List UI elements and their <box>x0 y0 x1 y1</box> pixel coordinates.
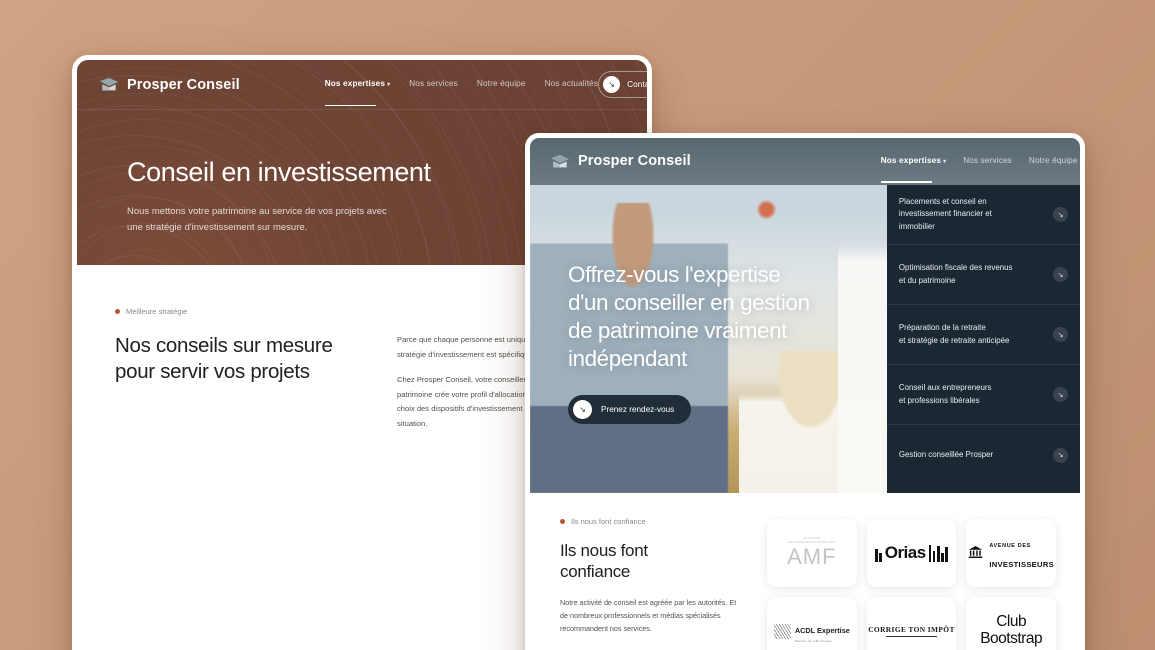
expertise-item-label: Placements et conseil en investissement … <box>898 196 992 231</box>
window2-hero-title: Offrez-vous l'expertise d'un conseiller … <box>568 262 810 371</box>
logo-card-acdl-expertise[interactable]: ACDL Expertise Membre du CDI Groupe <box>767 597 857 650</box>
paper-plane-envelope-icon <box>550 154 570 169</box>
window1-eyebrow-label: Meilleure stratégie <box>126 307 188 316</box>
acdl-logo-text: ACDL Expertise Membre du CDI Groupe <box>795 620 850 643</box>
window2-hero-copy: Offrez-vous l'expertise d'un conseiller … <box>530 185 887 493</box>
bullet-dot-icon <box>115 309 120 314</box>
orias-logo-wordmark: Orias <box>884 543 926 562</box>
bank-columns-icon <box>968 545 983 562</box>
avenue-logo-line-1: AVENUE DES <box>989 543 1031 549</box>
appointment-button[interactable]: ↘ Prenez rendez-vous <box>568 394 692 424</box>
trust-section: Ils nous font confiance Ils nous font co… <box>530 493 1080 650</box>
bullet-dot-icon <box>560 519 565 524</box>
logo-card-amf[interactable]: AUTORITÉ DES MARCHÉS FINANCIERS AMF <box>767 519 857 587</box>
contact-button[interactable]: ↘ Contactez-nous <box>598 71 647 98</box>
partner-logo-grid: AUTORITÉ DES MARCHÉS FINANCIERS AMF Oria… <box>767 517 1056 650</box>
trust-paragraph: Notre activité de conseil est agréée par… <box>560 597 737 634</box>
appointment-button-label: Prenez rendez-vous <box>601 404 675 414</box>
orias-logo: Orias <box>874 543 949 563</box>
underline-rule <box>886 636 937 638</box>
nav-link-nos-expertises[interactable]: Nos expertises ▾ <box>324 79 391 106</box>
expertise-item-entrepreneurs[interactable]: Conseil aux entrepreneurs et professions… <box>886 365 1080 425</box>
orias-bars-right-icon <box>928 544 949 562</box>
nav-links: Nos expertises ▾ Nos services Notre équip… <box>324 79 599 106</box>
paper-plane-envelope-icon <box>99 77 119 92</box>
orias-bars-left-icon <box>874 545 882 562</box>
nav-links: Nos expertises ▾ Nos services Notre équip… <box>880 155 1080 183</box>
expertise-item-placements[interactable]: Placements et conseil en investissement … <box>886 185 1080 245</box>
expertise-item-gestion-conseillee[interactable]: Gestion conseillée Prosper ↘ <box>887 425 1080 485</box>
avenue-des-investisseurs-logo: AVENUE DES INVESTISSEURS <box>968 533 1054 573</box>
window1-hero-subtitle: Nous mettons votre patrimoine au service… <box>127 206 387 234</box>
expertise-item-retraite[interactable]: Préparation de la retraite et stratégie … <box>886 305 1080 365</box>
chevron-down-icon: ▾ <box>943 158 947 165</box>
logo-card-avenue-des-investisseurs[interactable]: AVENUE DES INVESTISSEURS <box>966 519 1056 587</box>
browser-window-homepage[interactable]: Prosper Conseil Nos expertises ▾ Nos serv… <box>525 133 1085 650</box>
brand-name: Prosper Conseil <box>578 153 691 169</box>
amf-logo-wordmark: AMF <box>787 544 837 570</box>
expertise-item-label: Conseil aux entrepreneurs et professions… <box>898 383 992 405</box>
logo-card-corrige-ton-impot[interactable]: CORRIGE TON IMPÔT <box>866 597 957 650</box>
arrow-down-right-icon: ↘ <box>603 76 621 93</box>
expertise-item-label: Gestion conseillée Prosper <box>898 449 994 459</box>
acdl-expertise-logo: ACDL Expertise Membre du CDI Groupe <box>773 620 850 643</box>
amf-logo: AUTORITÉ DES MARCHÉS FINANCIERS AMF <box>787 536 836 570</box>
nav-link-nos-actualites[interactable]: Nos actualités <box>545 79 599 90</box>
nav-link-notre-equipe[interactable]: Notre équipe <box>477 79 526 90</box>
trust-copy: Ils nous font confiance Ils nous font co… <box>560 517 745 650</box>
arrow-down-right-icon: ↘ <box>1053 387 1068 402</box>
arrow-down-right-icon: ↘ <box>1053 447 1068 463</box>
arrow-down-right-icon: ↘ <box>1053 327 1068 342</box>
contact-button-label: Contactez-nous <box>627 80 647 89</box>
brand-logo[interactable]: Prosper Conseil <box>99 77 240 93</box>
window1-section-heading: Nos conseils sur mesure pour servir vos … <box>115 334 333 384</box>
brand-logo[interactable]: Prosper Conseil <box>550 153 691 169</box>
trust-heading: Ils nous font confiance <box>560 541 648 582</box>
trust-eyebrow: Ils nous font confiance <box>560 517 745 526</box>
brand-name: Prosper Conseil <box>127 76 240 93</box>
chevron-down-icon: ▾ <box>387 82 391 88</box>
nav-link-nos-services[interactable]: Nos services <box>963 156 1012 167</box>
nav-link-nos-services[interactable]: Nos services <box>409 79 458 90</box>
expertise-item-label: Optimisation fiscale des revenus et du p… <box>898 263 1013 285</box>
window2-hero: Offrez-vous l'expertise d'un conseiller … <box>530 185 1080 493</box>
nav-link-label: Nos expertises <box>880 155 942 165</box>
nav-link-label: Nos expertises <box>324 79 386 88</box>
nav-link-nos-expertises[interactable]: Nos expertises ▾ <box>880 155 947 183</box>
corrige-logo-wordmark: CORRIGE TON IMPÔT <box>868 624 955 634</box>
window1-navbar: Prosper Conseil Nos expertises ▾ Nos serv… <box>77 60 647 110</box>
fan-swoosh-icon <box>773 623 791 639</box>
acdl-logo-wordmark: ACDL Expertise <box>794 625 850 635</box>
nav-link-notre-equipe[interactable]: Notre équipe <box>1029 156 1078 167</box>
logo-card-orias[interactable]: Orias <box>866 519 957 587</box>
window2-navbar: Prosper Conseil Nos expertises ▾ Nos serv… <box>530 138 1080 185</box>
avenue-logo-text: AVENUE DES INVESTISSEURS <box>989 533 1054 573</box>
arrow-down-right-icon: ↘ <box>1053 267 1068 282</box>
corrige-ton-impot-logo: CORRIGE TON IMPÔT <box>868 624 955 638</box>
arrow-down-right-icon: ↘ <box>1053 207 1068 222</box>
avenue-logo-line-2: INVESTISSEURS <box>989 560 1054 569</box>
club-bootstrap-logo: Club Bootstrap <box>980 613 1043 647</box>
expertise-item-label: Préparation de la retraite et stratégie … <box>898 323 1010 345</box>
logo-card-club-bootstrap[interactable]: Club Bootstrap <box>966 597 1056 650</box>
trust-eyebrow-label: Ils nous font confiance <box>571 517 646 526</box>
acdl-logo-subtitle: Membre du CDI Groupe <box>794 638 832 643</box>
expertise-menu: Placements et conseil en investissement … <box>886 185 1080 493</box>
expertise-item-optimisation-fiscale[interactable]: Optimisation fiscale des revenus et du p… <box>886 245 1080 305</box>
arrow-down-right-icon: ↘ <box>573 399 592 419</box>
